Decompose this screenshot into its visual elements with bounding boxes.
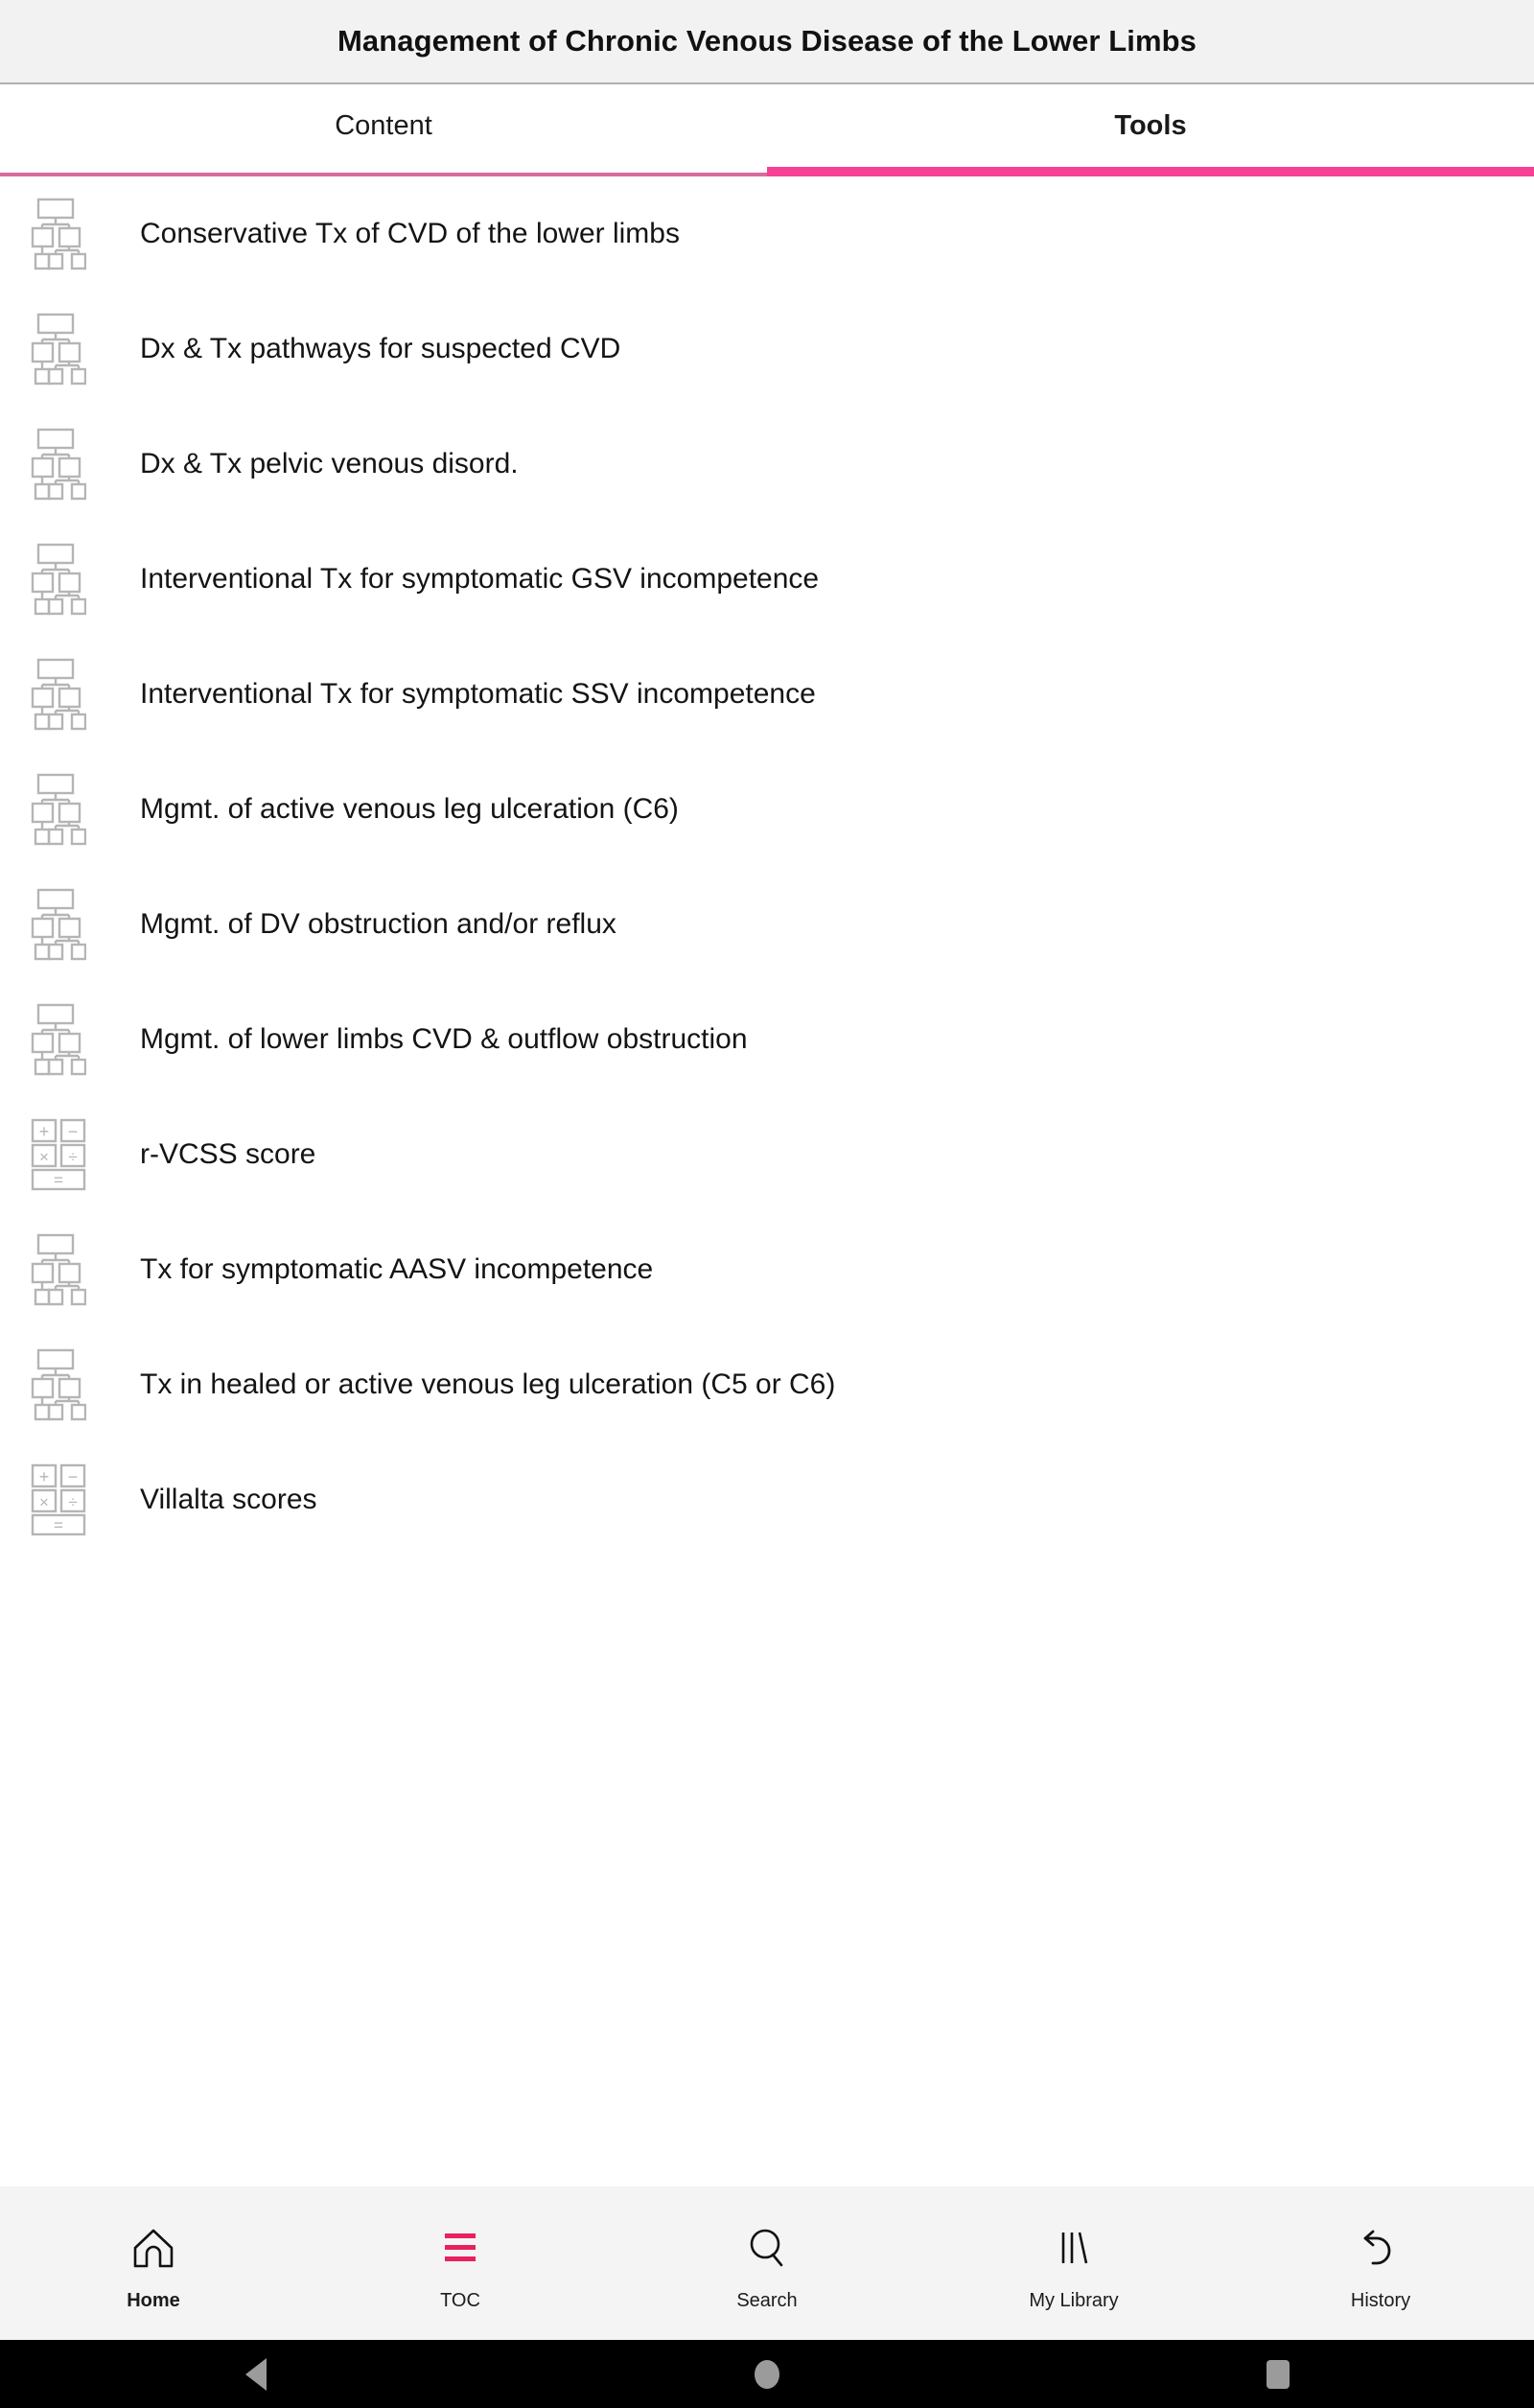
- nav-label-history: History: [1350, 2289, 1411, 2311]
- tool-list-item-label: Interventional Tx for symptomatic SSV in…: [140, 678, 816, 710]
- toc-icon: [433, 2221, 487, 2275]
- svg-text:=: =: [54, 1171, 63, 1189]
- nav-label-search: Search: [736, 2289, 798, 2311]
- nav-item-my-library[interactable]: My Library: [920, 2186, 1227, 2340]
- calculator-icon: + − × ÷ =: [31, 1118, 86, 1191]
- tool-list-item-label: r-VCSS score: [140, 1138, 316, 1170]
- svg-text:×: ×: [39, 1493, 49, 1511]
- bottom-navigation: Home TOC Search My Library History: [0, 2186, 1534, 2340]
- tab-indicator-track: [0, 167, 1534, 176]
- svg-text:÷: ÷: [68, 1493, 77, 1511]
- tool-list-item[interactable]: Interventional Tx for symptomatic GSV in…: [0, 522, 1534, 637]
- system-back-button[interactable]: [198, 2340, 314, 2408]
- tool-list-item-label: Villalta scores: [140, 1484, 317, 1515]
- search-icon: [740, 2221, 794, 2275]
- history-undo-icon: [1354, 2221, 1407, 2275]
- flowchart-icon: [31, 198, 86, 270]
- tool-list-item-label: Tx for symptomatic AASV incompetence: [140, 1253, 654, 1285]
- tab-tools-label: Tools: [1114, 109, 1187, 141]
- tool-list-item[interactable]: + − × ÷ = r-VCSS score: [0, 1097, 1534, 1212]
- tools-list: Conservative Tx of CVD of the lower limb…: [0, 176, 1534, 2186]
- tab-tools[interactable]: Tools: [767, 84, 1534, 176]
- svg-text:=: =: [54, 1516, 63, 1534]
- tool-list-item-label: Mgmt. of DV obstruction and/or reflux: [140, 908, 616, 940]
- flowchart-icon: [31, 888, 86, 961]
- tool-list-item[interactable]: Mgmt. of active venous leg ulceration (C…: [0, 752, 1534, 867]
- flowchart-icon: [31, 1348, 86, 1421]
- nav-label-home: Home: [127, 2289, 180, 2311]
- tool-list-item-label: Mgmt. of active venous leg ulceration (C…: [140, 793, 679, 825]
- tool-list-item[interactable]: Conservative Tx of CVD of the lower limb…: [0, 176, 1534, 292]
- tool-list-item-label: Interventional Tx for symptomatic GSV in…: [140, 563, 820, 595]
- flowchart-icon: [31, 773, 86, 846]
- tab-content[interactable]: Content: [0, 84, 767, 176]
- flowchart-icon: [31, 313, 86, 386]
- flowchart-icon: [31, 658, 86, 731]
- svg-text:−: −: [68, 1122, 79, 1141]
- library-icon: [1047, 2221, 1101, 2275]
- app-root: Management of Chronic Venous Disease of …: [0, 0, 1534, 2408]
- tab-bar: Content Tools: [0, 84, 1534, 176]
- tab-indicator-active: [767, 167, 1534, 176]
- app-header: Management of Chronic Venous Disease of …: [0, 0, 1534, 84]
- nav-item-history[interactable]: History: [1227, 2186, 1534, 2340]
- svg-text:×: ×: [39, 1148, 49, 1166]
- tool-list-item-label: Conservative Tx of CVD of the lower limb…: [140, 218, 680, 249]
- tool-list-item[interactable]: + − × ÷ = Villalta scores: [0, 1442, 1534, 1557]
- tool-list-item[interactable]: Interventional Tx for symptomatic SSV in…: [0, 637, 1534, 752]
- flowchart-icon: [31, 1233, 86, 1306]
- nav-item-home[interactable]: Home: [0, 2186, 307, 2340]
- svg-text:÷: ÷: [68, 1148, 77, 1166]
- tab-content-label: Content: [335, 109, 432, 141]
- tab-indicator-inactive: [0, 173, 767, 176]
- tool-list-item-label: Dx & Tx pelvic venous disord.: [140, 448, 519, 479]
- tool-list-item[interactable]: Dx & Tx pathways for suspected CVD: [0, 292, 1534, 407]
- calculator-icon: + − × ÷ =: [31, 1463, 86, 1536]
- system-recents-button[interactable]: [1220, 2340, 1336, 2408]
- tool-list-item[interactable]: Tx in healed or active venous leg ulcera…: [0, 1327, 1534, 1442]
- svg-text:+: +: [39, 1122, 50, 1141]
- svg-text:−: −: [68, 1467, 79, 1486]
- nav-label-toc: TOC: [440, 2289, 480, 2311]
- tool-list-item[interactable]: Mgmt. of lower limbs CVD & outflow obstr…: [0, 982, 1534, 1097]
- tool-list-item[interactable]: Mgmt. of DV obstruction and/or reflux: [0, 867, 1534, 982]
- tool-list-item-label: Mgmt. of lower limbs CVD & outflow obstr…: [140, 1023, 748, 1055]
- system-home-button[interactable]: [709, 2340, 825, 2408]
- tool-list-item-label: Dx & Tx pathways for suspected CVD: [140, 333, 621, 364]
- tool-list-item[interactable]: Dx & Tx pelvic venous disord.: [0, 407, 1534, 522]
- recents-square-icon: [1267, 2359, 1290, 2389]
- tool-list-item[interactable]: Tx for symptomatic AASV incompetence: [0, 1212, 1534, 1327]
- page-title: Management of Chronic Venous Disease of …: [337, 24, 1197, 58]
- svg-text:+: +: [39, 1467, 50, 1486]
- home-circle-icon: [754, 2359, 779, 2389]
- home-icon: [127, 2221, 180, 2275]
- nav-label-my-library: My Library: [1029, 2289, 1119, 2311]
- nav-item-toc[interactable]: TOC: [307, 2186, 614, 2340]
- flowchart-icon: [31, 428, 86, 501]
- back-triangle-icon: [244, 2357, 267, 2391]
- system-navigation-bar: [0, 2340, 1534, 2408]
- nav-item-search[interactable]: Search: [614, 2186, 920, 2340]
- tool-list-item-label: Tx in healed or active venous leg ulcera…: [140, 1368, 836, 1400]
- flowchart-icon: [31, 1003, 86, 1076]
- flowchart-icon: [31, 543, 86, 616]
